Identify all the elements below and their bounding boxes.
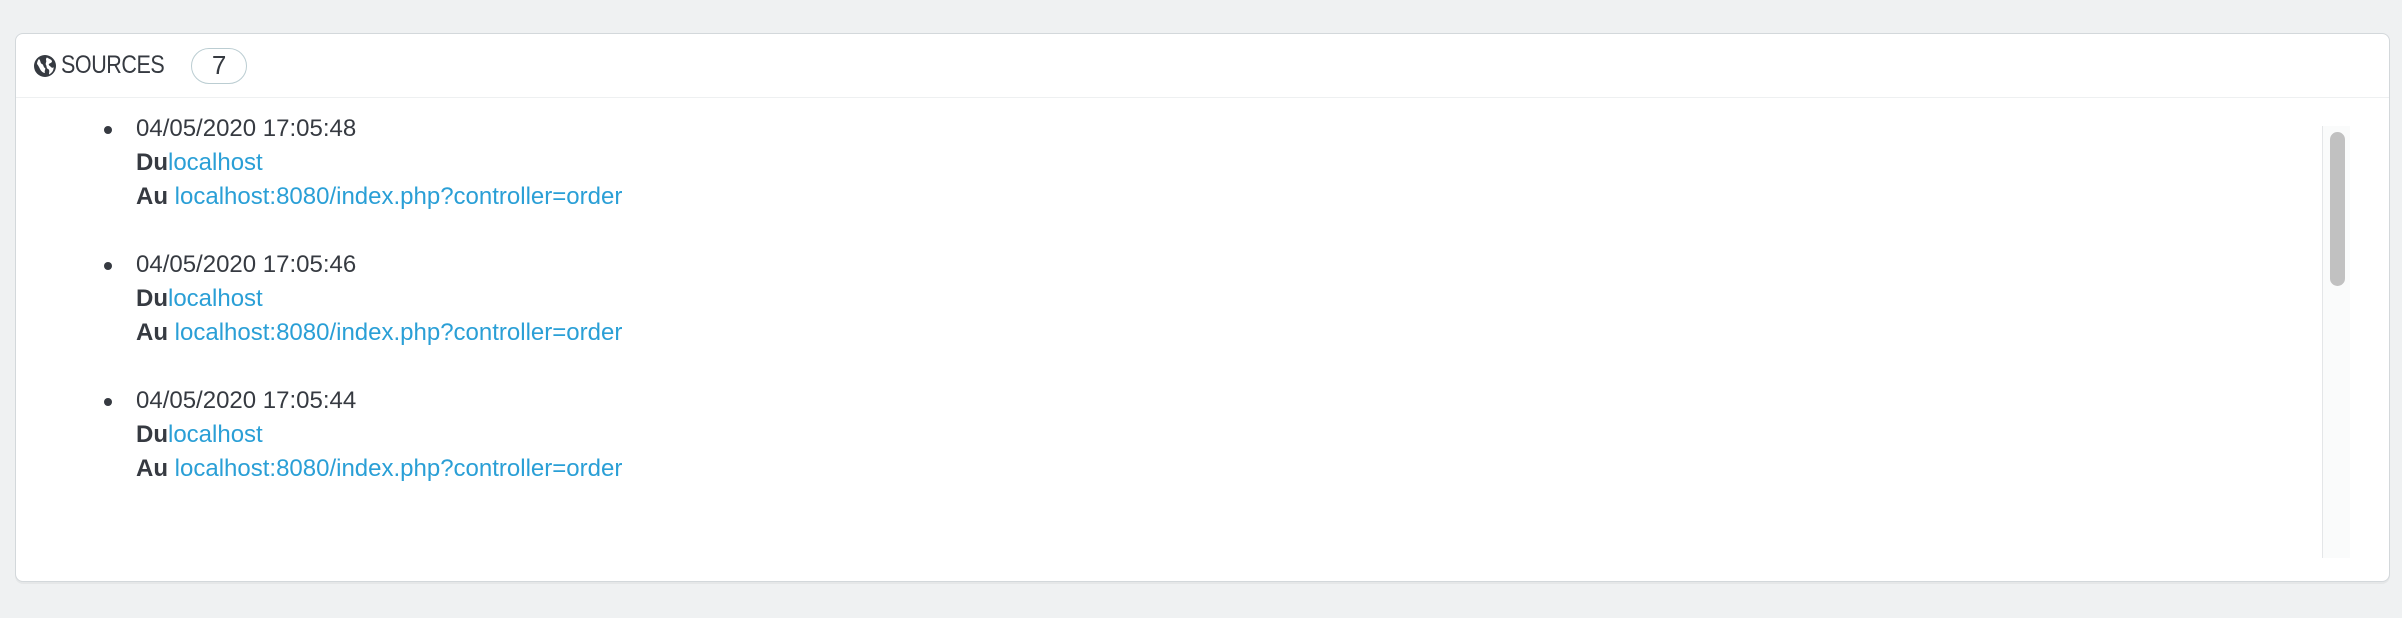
to-label: Au bbox=[136, 183, 168, 210]
from-label: Du bbox=[136, 285, 168, 312]
source-date: 04/05/2020 17:05:48 bbox=[136, 115, 357, 142]
count-badge: 7 bbox=[191, 47, 248, 84]
source-to: Au localhost:8080/index.php?controller=o… bbox=[136, 180, 622, 214]
source-date: 04/05/2020 17:05:46 bbox=[136, 251, 357, 278]
from-label: Du bbox=[136, 421, 168, 448]
to-link[interactable]: localhost:8080/index.php?controller=orde… bbox=[175, 319, 623, 346]
panel-body: 04/05/2020 17:05:48 Dulocalhost Au local… bbox=[16, 98, 2389, 581]
scrollbar-track[interactable] bbox=[2322, 126, 2350, 558]
source-to: Au localhost:8080/index.php?controller=o… bbox=[136, 452, 622, 486]
to-label: Au bbox=[136, 455, 168, 482]
from-link[interactable]: localhost bbox=[168, 421, 263, 448]
to-link[interactable]: localhost:8080/index.php?controller=orde… bbox=[175, 455, 623, 482]
source-from: Dulocalhost bbox=[136, 418, 263, 452]
source-from: Dulocalhost bbox=[136, 282, 263, 316]
bullet-icon bbox=[104, 126, 112, 134]
from-link[interactable]: localhost bbox=[168, 149, 263, 176]
panel-title: SOURCES bbox=[61, 51, 165, 79]
source-date: 04/05/2020 17:05:44 bbox=[136, 387, 357, 414]
panel-heading: SOURCES 7 bbox=[16, 34, 2389, 98]
sources-scroll-area[interactable]: 04/05/2020 17:05:48 Dulocalhost Au local… bbox=[16, 98, 2322, 558]
from-label: Du bbox=[136, 149, 168, 176]
bullet-icon bbox=[104, 262, 112, 270]
source-to: Au localhost:8080/index.php?controller=o… bbox=[136, 316, 622, 350]
globe-icon bbox=[33, 54, 57, 78]
to-label: Au bbox=[136, 319, 168, 346]
from-link[interactable]: localhost bbox=[168, 285, 263, 312]
source-from: Dulocalhost bbox=[136, 146, 263, 180]
bullet-icon bbox=[104, 398, 112, 406]
to-link[interactable]: localhost:8080/index.php?controller=orde… bbox=[175, 183, 623, 210]
sources-panel: SOURCES 7 04/05/2020 17:05:48 Dulocalhos… bbox=[15, 33, 2390, 582]
scrollbar-thumb[interactable] bbox=[2330, 132, 2345, 286]
